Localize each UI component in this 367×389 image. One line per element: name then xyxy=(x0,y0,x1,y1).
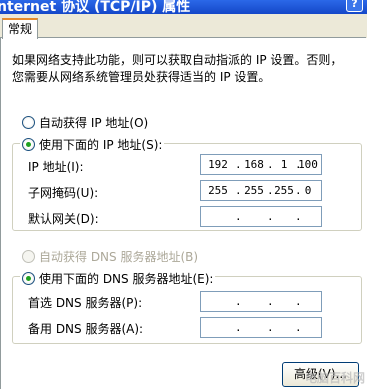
tab-strip xyxy=(0,14,367,38)
ip-address-label: IP 地址(I): xyxy=(28,160,84,174)
auto-dns-radio xyxy=(22,250,35,263)
auto-ip-label: 自动获得 IP 地址(O) xyxy=(39,116,149,130)
subnet-mask-field[interactable]: 255 . 255 . 255 . 0 xyxy=(200,180,322,201)
ip-address-field[interactable]: 192 . 168 . 1 . 100 xyxy=(200,154,322,175)
manual-dns-label: 使用下面的 DNS 服务器地址(E): xyxy=(39,272,214,286)
auto-dns-label: 自动获得 DNS 服务器地址(B) xyxy=(39,250,199,264)
manual-ip-option[interactable]: 使用下面的 IP 地址(S): xyxy=(20,136,165,153)
window-title: nternet 协议 (TCP/IP) 属性 xyxy=(0,0,191,14)
gateway-field[interactable]: . . . xyxy=(200,206,322,227)
alternate-dns-field[interactable]: . . . xyxy=(200,317,322,338)
intro-text: 如果网络支持此功能，则可以获取自动指派的 IP 设置。否则， 您需要从网络系统管… xyxy=(12,52,362,86)
auto-ip-radio[interactable] xyxy=(22,116,35,129)
auto-ip-option[interactable]: 自动获得 IP 地址(O) xyxy=(22,114,148,131)
manual-ip-label: 使用下面的 IP 地址(S): xyxy=(39,138,163,152)
intro-line-2: 您需要从网络系统管理员处获得适当的 IP 设置。 xyxy=(12,70,271,84)
auto-dns-option: 自动获得 DNS 服务器地址(B) xyxy=(22,248,198,265)
subnet-mask-label: 子网掩码(U): xyxy=(28,186,99,200)
manual-dns-radio[interactable] xyxy=(22,272,35,285)
help-button[interactable]: ? xyxy=(346,0,363,12)
watermark: 电脑百科网 xyxy=(304,371,365,385)
preferred-dns-field[interactable]: . . . xyxy=(200,291,322,312)
gateway-label: 默认网关(D): xyxy=(28,212,99,226)
tab-general[interactable]: 常规 xyxy=(2,18,38,39)
alternate-dns-label: 备用 DNS 服务器(A): xyxy=(28,322,144,336)
title-bar: nternet 协议 (TCP/IP) 属性 ? xyxy=(0,0,367,14)
manual-ip-radio[interactable] xyxy=(22,138,35,151)
intro-line-1: 如果网络支持此功能，则可以获取自动指派的 IP 设置。否则， xyxy=(12,53,343,67)
preferred-dns-label: 首选 DNS 服务器(P): xyxy=(28,296,143,310)
manual-dns-option[interactable]: 使用下面的 DNS 服务器地址(E): xyxy=(20,270,216,287)
